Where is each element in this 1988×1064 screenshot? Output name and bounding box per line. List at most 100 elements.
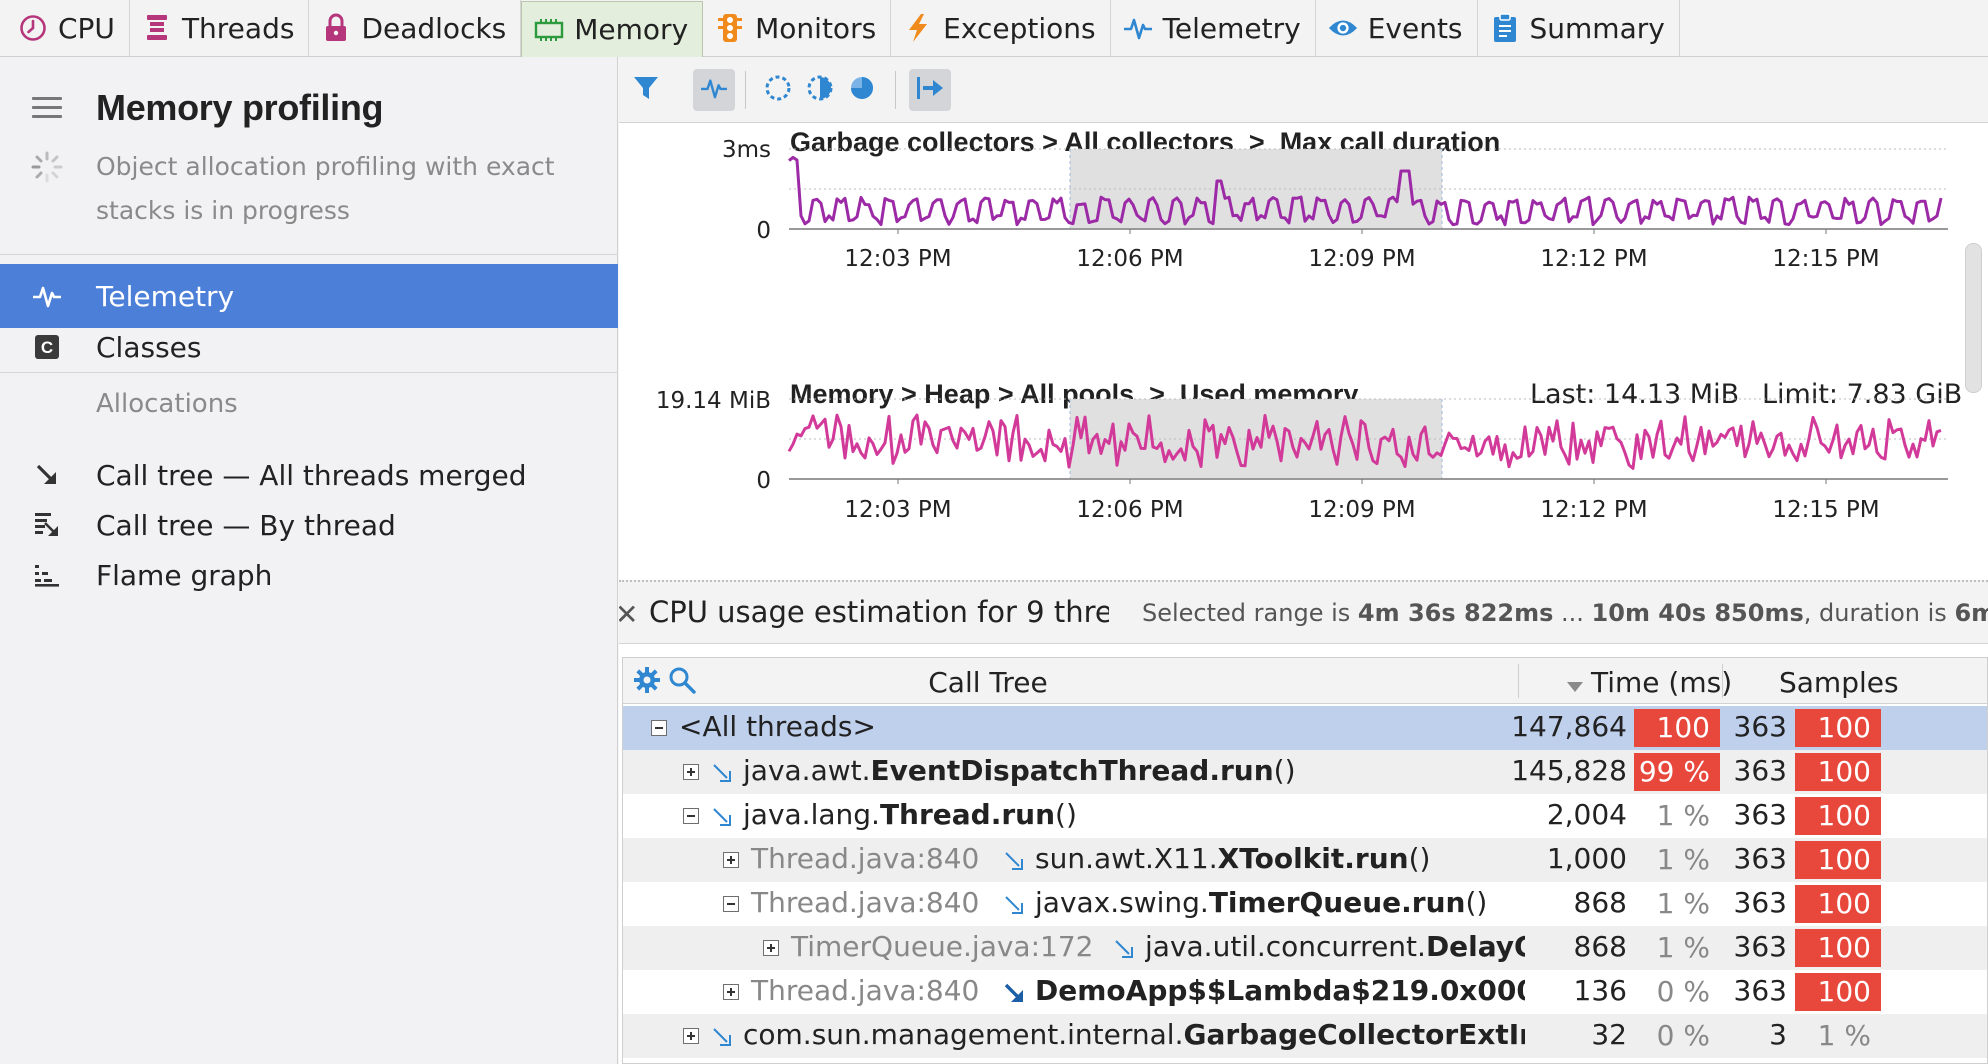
table-row[interactable]: Thread.java:840 javax.swing.TimerQueue.r… bbox=[623, 882, 1987, 958]
tab-monitors[interactable]: Monitors bbox=[703, 0, 892, 56]
lock-icon bbox=[321, 13, 351, 43]
column-header-samples[interactable]: Samples bbox=[1779, 666, 1899, 699]
samples-percent-bar: 100 % bbox=[1795, 753, 1881, 826]
x-tick-label: 12:12 PM bbox=[1540, 246, 1648, 272]
toggle-telemetry-button[interactable] bbox=[693, 69, 735, 111]
sidebar-item-flame-graph[interactable]: Flame graph bbox=[0, 543, 618, 607]
samples-value: 363 bbox=[1733, 886, 1787, 919]
samples-value: 363 bbox=[1733, 930, 1787, 963]
fit-button[interactable] bbox=[841, 69, 883, 111]
samples-percent-bar: 100 % bbox=[1795, 797, 1881, 870]
time-value: 32 bbox=[1591, 1018, 1627, 1051]
time-percent-bar: 1 % bbox=[1656, 799, 1710, 832]
filter-icon bbox=[632, 75, 660, 105]
samples-percent-bar: 100 % bbox=[1795, 841, 1881, 914]
hamburger-menu-icon[interactable] bbox=[32, 97, 62, 119]
time-percent-bar: 1 % bbox=[1656, 887, 1710, 920]
time-percent-bar: 1 % bbox=[1656, 843, 1710, 876]
call-name: java.awt.EventDispatchThread.run() bbox=[743, 754, 1296, 787]
sidebar: Memory profiling Object allocation profi… bbox=[0, 57, 618, 1064]
column-header-time[interactable]: Time (ms) bbox=[1591, 666, 1732, 699]
samples-value: 363 bbox=[1733, 710, 1787, 743]
sidebar-item-classes[interactable]: C Classes bbox=[0, 315, 618, 379]
pulse-icon bbox=[30, 279, 64, 313]
call-arrow-icon bbox=[1005, 852, 1023, 870]
time-percent-bar: 1 % bbox=[1656, 931, 1710, 964]
table-row[interactable]: com.sun.management.internal.GarbageColle… bbox=[623, 1014, 1987, 1058]
clock-icon bbox=[18, 13, 48, 43]
half-circle-icon bbox=[805, 73, 835, 107]
pulse-icon bbox=[1123, 13, 1153, 43]
x-tick-label: 12:09 PM bbox=[1308, 246, 1416, 272]
tab-label: Deadlocks bbox=[361, 11, 507, 45]
duration-prefix: , duration is bbox=[1803, 599, 1955, 627]
source-location: Thread.java:840 bbox=[751, 842, 980, 875]
y-min-label: 0 bbox=[756, 468, 771, 494]
source-location: TimerQueue.java:172 bbox=[791, 930, 1094, 963]
zoom-out-button[interactable] bbox=[757, 69, 799, 111]
time-percent-bar: 0 % bbox=[1656, 1019, 1710, 1052]
time-value: 136 bbox=[1573, 974, 1627, 1007]
view-tab-bar: CPU Threads Deadlocks Memory Monitors Ex… bbox=[0, 0, 1988, 57]
memory-chip-icon bbox=[534, 15, 564, 45]
sidebar-item-label: Call tree — All threads merged bbox=[96, 458, 527, 492]
collapse-toggle[interactable] bbox=[683, 808, 699, 824]
profiler-window: CPU Threads Deadlocks Memory Monitors Ex… bbox=[0, 0, 1988, 1064]
table-row[interactable]: Thread.java:840 sun.awt.X11.XToolkit.run… bbox=[623, 838, 1987, 914]
tab-deadlocks[interactable]: Deadlocks bbox=[309, 0, 522, 56]
expand-toggle[interactable] bbox=[723, 852, 739, 868]
expand-toggle[interactable] bbox=[763, 940, 779, 956]
tab-label: Telemetry bbox=[1162, 11, 1301, 45]
expand-toggle[interactable] bbox=[683, 764, 699, 780]
tab-cpu[interactable]: CPU bbox=[6, 0, 130, 56]
pie-circle-icon bbox=[847, 73, 877, 107]
samples-percent-bar: 100 % bbox=[1795, 885, 1881, 958]
table-row[interactable]: TimerQueue.java:172 java.util.concurrent… bbox=[623, 926, 1987, 1002]
threads-icon bbox=[142, 13, 172, 43]
call-arrow-icon bbox=[713, 1028, 731, 1046]
tab-label: Exceptions bbox=[943, 11, 1096, 45]
samples-percent-bar: 100 % bbox=[1795, 973, 1881, 1046]
table-row[interactable]: java.lang.Thread.run() 2,004 1 % 363 100… bbox=[623, 794, 1987, 870]
x-tick-label: 12:12 PM bbox=[1540, 497, 1648, 523]
expand-toggle[interactable] bbox=[683, 1028, 699, 1044]
tab-telemetry[interactable]: Telemetry bbox=[1111, 0, 1316, 56]
time-value: 868 bbox=[1573, 930, 1627, 963]
toolbar-separator bbox=[745, 71, 746, 109]
close-icon[interactable]: ✕ bbox=[619, 598, 638, 631]
package-name: com.sun.management.internal. bbox=[743, 1018, 1184, 1051]
expand-toggle[interactable] bbox=[723, 984, 739, 1000]
time-value: 1,000 bbox=[1546, 842, 1627, 875]
samples-value: 363 bbox=[1733, 754, 1787, 787]
sidebar-header: Memory profiling Object allocation profi… bbox=[0, 57, 618, 255]
table-row[interactable]: Thread.java:840 DemoApp$$Lambda$219.0x00… bbox=[623, 970, 1987, 1046]
tab-label: Summary bbox=[1529, 11, 1665, 45]
range-separator: ... bbox=[1553, 599, 1592, 627]
traffic-light-icon bbox=[715, 13, 745, 43]
range-end: 10m 40s 850ms bbox=[1591, 599, 1804, 627]
follow-tail-button[interactable] bbox=[909, 69, 951, 111]
zoom-in-button[interactable] bbox=[799, 69, 841, 111]
time-value: 868 bbox=[1573, 886, 1627, 919]
call-arrow-icon bbox=[713, 808, 731, 826]
tab-events[interactable]: Events bbox=[1316, 0, 1478, 56]
tab-exceptions[interactable]: Exceptions bbox=[891, 0, 1111, 56]
x-tick-label: 12:03 PM bbox=[844, 246, 952, 272]
column-header-call-tree[interactable]: Call Tree bbox=[623, 666, 1353, 699]
selection-info-bar: ✕ CPU usage estimation for 9 threa Selec… bbox=[619, 580, 1988, 644]
range-duration: 6m 4s 28 bbox=[1954, 599, 1988, 627]
sidebar-divider bbox=[0, 372, 618, 373]
filter-button[interactable] bbox=[625, 69, 667, 111]
tab-memory[interactable]: Memory bbox=[521, 1, 704, 57]
collapse-toggle[interactable] bbox=[723, 896, 739, 912]
tab-threads[interactable]: Threads bbox=[130, 0, 310, 56]
tab-summary[interactable]: Summary bbox=[1478, 0, 1680, 56]
table-row[interactable]: <All threads> 147,864 100 % 363 100 % bbox=[623, 706, 1987, 782]
samples-percent-bar: 100 % bbox=[1795, 709, 1881, 782]
table-row[interactable]: java.awt.EventDispatchThread.run() 145,8… bbox=[623, 750, 1987, 826]
vertical-scrollbar[interactable] bbox=[1965, 243, 1982, 393]
time-percent-bar: 100 % bbox=[1634, 709, 1720, 782]
package-name: sun.awt.X11. bbox=[1035, 842, 1218, 875]
collapse-toggle[interactable] bbox=[651, 720, 667, 736]
eye-icon bbox=[1328, 13, 1358, 43]
